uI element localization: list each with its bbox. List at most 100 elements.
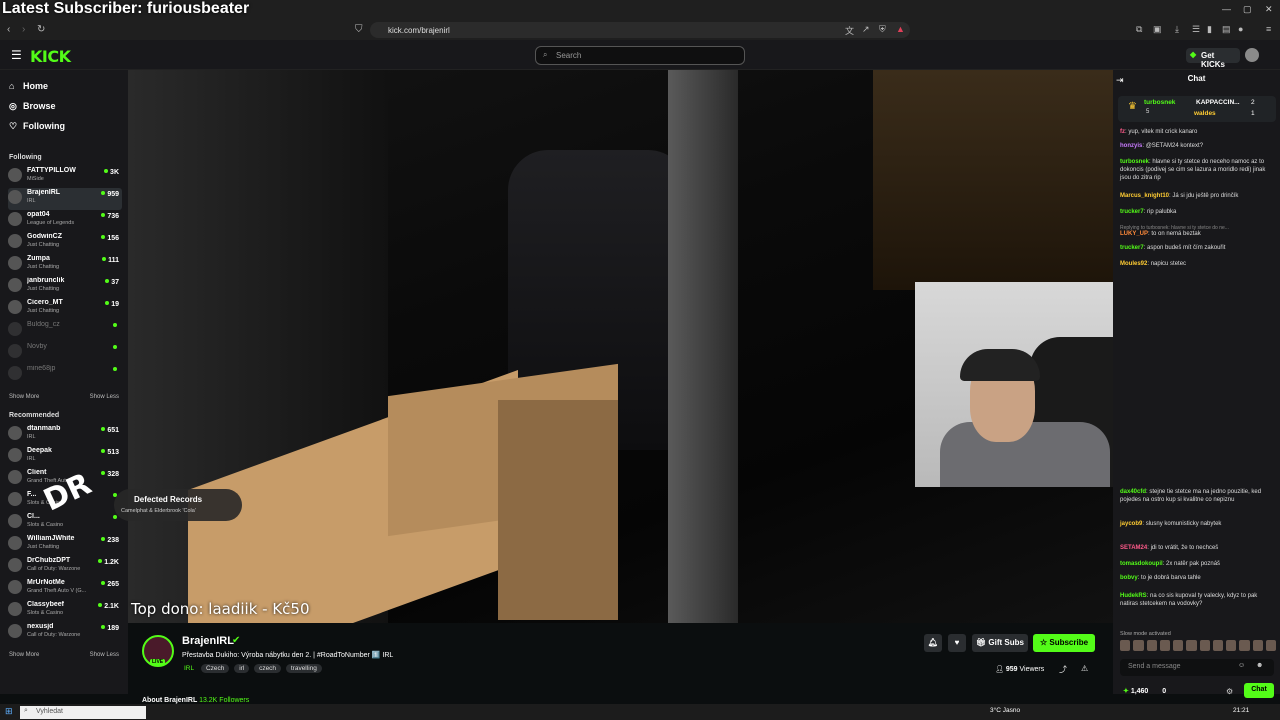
- gift-leaderboard: ♛ turbosnek 5 KAPPACCIN... waldes 2 1: [1118, 96, 1276, 122]
- get-kicks-label: Get KICKs: [1201, 51, 1226, 69]
- send-chat-button[interactable]: Chat: [1244, 683, 1274, 698]
- sidebar-icon[interactable]: ▮: [1207, 24, 1212, 35]
- chat-text: rip palubka: [1147, 209, 1177, 215]
- forward-icon[interactable]: ›: [22, 24, 25, 35]
- taskbar-search[interactable]: ⌕ Vyhledat: [20, 706, 146, 719]
- tag[interactable]: travelling: [285, 664, 322, 673]
- tag[interactable]: czech: [254, 664, 282, 673]
- follow-heart-button[interactable]: ♥: [948, 634, 966, 652]
- back-icon[interactable]: ‹: [7, 24, 10, 35]
- sidebar-channel-following[interactable]: FATTYPILLOW MiSide 3K: [8, 166, 122, 188]
- emote-icon[interactable]: [1212, 640, 1223, 651]
- share-icon[interactable]: ↗: [862, 24, 870, 35]
- nav-following[interactable]: ♡ Following: [9, 121, 65, 132]
- tag[interactable]: irl: [234, 664, 250, 673]
- nav-browse[interactable]: ◎ Browse: [9, 101, 56, 112]
- address-bar[interactable]: kick.com/brajenirl: [370, 22, 910, 38]
- chat-username[interactable]: jaycob9: [1120, 521, 1142, 527]
- close-icon[interactable]: ✕: [1265, 4, 1273, 15]
- report-icon[interactable]: ⚠: [1081, 664, 1088, 673]
- recommended-show-less[interactable]: Show Less: [90, 652, 119, 658]
- channel-name[interactable]: BrajenIRL: [182, 635, 234, 647]
- nav-home[interactable]: ⌂ Home: [9, 81, 48, 91]
- bookmark-icon[interactable]: ⛉: [355, 24, 363, 35]
- emote-icon[interactable]: [1199, 640, 1210, 651]
- subscribe-button[interactable]: ☆ Subscribe: [1033, 634, 1095, 652]
- notification-bell-button[interactable]: 🔔︎: [924, 634, 942, 652]
- emote-icon[interactable]: [1186, 640, 1197, 651]
- sidebar-channel-following[interactable]: Cicero_MT Just Chatting 19: [8, 298, 122, 320]
- sidebar-channel-recommended[interactable]: nexusjd Call of Duty: Warzone 189: [8, 622, 122, 644]
- chat-username[interactable]: honzyis: [1120, 143, 1142, 149]
- chat-username[interactable]: dax40cfd: [1120, 489, 1146, 495]
- sidebar-channel-recommended[interactable]: DrChubzDPT Call of Duty: Warzone 1.2K: [8, 556, 122, 578]
- emote-icon[interactable]: [1265, 640, 1276, 651]
- emote-icon[interactable]: [1133, 640, 1144, 651]
- shield-icon[interactable]: ⛨: [879, 24, 886, 35]
- emote-icon[interactable]: [1252, 640, 1263, 651]
- chat-username[interactable]: trucker7: [1120, 245, 1144, 251]
- emote-icon[interactable]: [1146, 640, 1157, 651]
- emote-icon[interactable]: [1239, 640, 1250, 651]
- sidebar-channel-recommended[interactable]: Deepak IRL 513: [8, 446, 122, 468]
- download-icon[interactable]: ⤓: [1175, 24, 1179, 35]
- chat-username[interactable]: trucker7: [1120, 209, 1144, 215]
- get-kicks-button[interactable]: ◆ Get KICKs: [1186, 48, 1240, 69]
- sidebar-channel-following[interactable]: mine68jp: [8, 364, 122, 386]
- pinned-count-1: 2: [1251, 99, 1255, 106]
- sidebar-channel-following[interactable]: Zumpa Just Chatting 111: [8, 254, 122, 276]
- history-icon[interactable]: ☰: [1192, 24, 1200, 35]
- emoji-icon[interactable]: ☻: [1256, 662, 1263, 669]
- sidebar-channel-following[interactable]: Buldog_cz: [8, 320, 122, 342]
- sidebar-channel-following[interactable]: GodwinCZ Just Chatting 156: [8, 232, 122, 254]
- translate-icon[interactable]: 文: [845, 24, 854, 37]
- minimize-icon[interactable]: —: [1222, 4, 1231, 14]
- recommended-show-more[interactable]: Show More: [9, 652, 39, 658]
- sidebar-channel-recommended[interactable]: MrUrNotMe Grand Theft Auto V (G... 265: [8, 578, 122, 600]
- profile-icon[interactable]: ●: [1238, 24, 1243, 34]
- chat-username[interactable]: bobvy: [1120, 575, 1138, 581]
- extensions-icon[interactable]: ⧉: [1136, 24, 1142, 35]
- search-input[interactable]: ⌕ Search: [535, 46, 745, 65]
- channel-viewers: 1.2K: [98, 559, 119, 566]
- reload-icon[interactable]: ↻: [37, 24, 45, 35]
- sidebar-channel-recommended[interactable]: Classybeef Slots & Casino 2.1K: [8, 600, 122, 622]
- share-icon[interactable]: ⤴: [1059, 664, 1067, 675]
- channel-points[interactable]: ✦ 1,460 0: [1123, 687, 1166, 695]
- chat-username[interactable]: SETAM24: [1120, 545, 1147, 551]
- emote-icon[interactable]: [1226, 640, 1237, 651]
- hamburger-icon[interactable]: ☰: [11, 48, 22, 62]
- sidebar-channel-following[interactable]: Novby: [8, 342, 122, 364]
- emote-icon[interactable]: [1120, 640, 1131, 651]
- user-avatar[interactable]: [1245, 48, 1259, 62]
- maximize-icon[interactable]: ▢: [1243, 4, 1252, 15]
- following-show-less[interactable]: Show Less: [90, 394, 119, 400]
- chat-username[interactable]: tomasdokoupil: [1120, 561, 1163, 567]
- windows-start-icon[interactable]: ⊞: [5, 706, 13, 717]
- pinned-user-2[interactable]: waldes: [1194, 110, 1216, 117]
- sidebar-channel-following[interactable]: janbrunclik Just Chatting 37: [8, 276, 122, 298]
- category-tag[interactable]: IRL: [182, 664, 196, 673]
- chat-username[interactable]: Moules92: [1120, 261, 1147, 267]
- sidebar-channel-recommended[interactable]: dtanmanb IRL 651: [8, 424, 122, 446]
- tabs-icon[interactable]: ▣: [1153, 24, 1162, 35]
- alert-icon[interactable]: ▲: [896, 24, 905, 34]
- sidebar-channel-recommended[interactable]: WilliamJWhite Just Chatting 238: [8, 534, 122, 556]
- emote-icon[interactable]: [1159, 640, 1170, 651]
- following-show-more[interactable]: Show More: [9, 394, 39, 400]
- chat-input[interactable]: Send a message ☺ ☻: [1120, 659, 1274, 676]
- sidebar-channel-following[interactable]: opat04 League of Legends 736: [8, 210, 122, 232]
- chat-username[interactable]: turbosnek: [1120, 159, 1149, 165]
- settings-gear-icon[interactable]: ⚙: [1226, 687, 1233, 696]
- kick-logo[interactable]: KICK: [30, 47, 71, 66]
- emote-icon[interactable]: [1173, 640, 1184, 651]
- emote-picker-icon[interactable]: ☺: [1238, 662, 1245, 669]
- gift-subs-button[interactable]: 🎁︎ Gift Subs: [972, 634, 1028, 652]
- tag[interactable]: Czech: [200, 664, 230, 673]
- menu-icon[interactable]: ≡: [1266, 24, 1271, 34]
- sidebar-channel-following[interactable]: BrajenIRL IRL 959: [8, 188, 122, 210]
- wallet-icon[interactable]: ▤: [1222, 24, 1231, 35]
- chat-username[interactable]: Marcus_knight10: [1120, 193, 1169, 199]
- chat-username[interactable]: HudekRS: [1120, 593, 1147, 599]
- pinned-user[interactable]: turbosnek: [1144, 99, 1175, 106]
